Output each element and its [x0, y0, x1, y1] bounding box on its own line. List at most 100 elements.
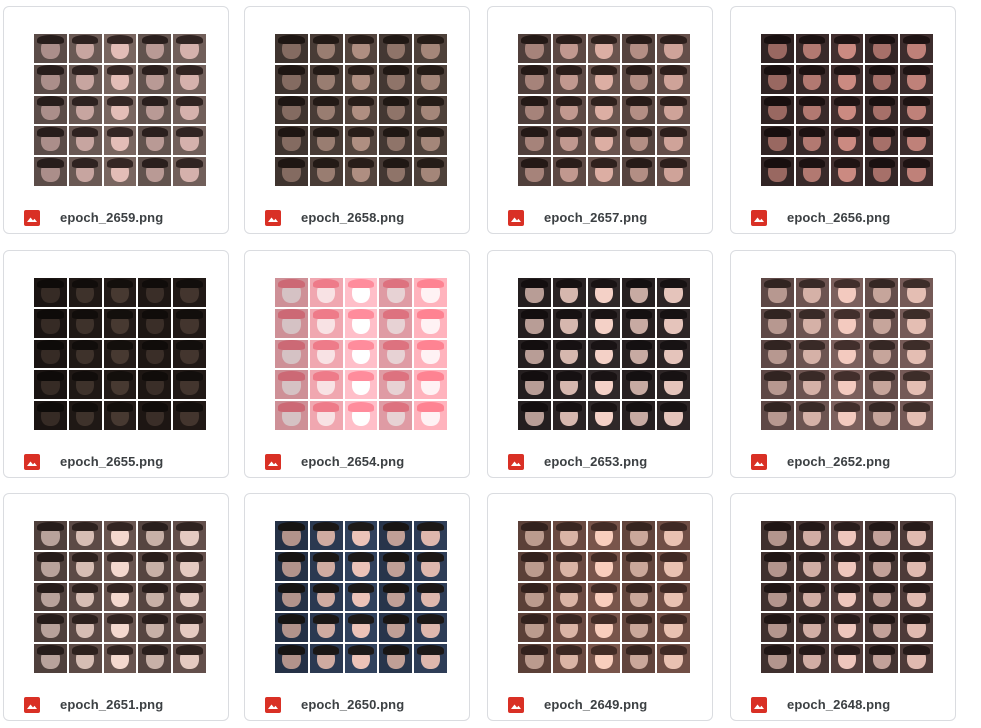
- thumbnail-face-tile: [34, 278, 67, 307]
- thumbnail-face-tile: [414, 308, 447, 338]
- file-grid: epoch_2659.png epoch_2658.png epoch_2657.p…: [0, 0, 981, 728]
- thumbnail-face-tile: [138, 308, 172, 338]
- file-card[interactable]: epoch_2653.png: [487, 250, 713, 478]
- file-card[interactable]: epoch_2656.png: [730, 6, 956, 234]
- thumbnail-face-tile: [103, 95, 137, 125]
- thumbnail-face-tile: [173, 582, 206, 612]
- thumbnail-face-tile: [34, 613, 67, 643]
- file-thumbnail: [518, 34, 690, 186]
- thumbnail-face-tile: [309, 644, 343, 673]
- thumbnail-face-tile: [657, 308, 690, 338]
- thumbnail-face-tile: [587, 34, 621, 63]
- thumbnail-face-tile: [552, 521, 586, 550]
- thumbnail-face-tile: [173, 370, 206, 400]
- thumbnail-face-tile: [68, 370, 102, 400]
- file-card[interactable]: epoch_2648.png: [730, 493, 956, 721]
- thumbnail-face-tile: [795, 339, 829, 369]
- file-card[interactable]: epoch_2658.png: [244, 6, 470, 234]
- thumbnail-face-tile: [518, 644, 551, 673]
- thumbnail-face-tile: [552, 308, 586, 338]
- file-card[interactable]: epoch_2657.png: [487, 6, 713, 234]
- image-file-icon: [265, 454, 281, 470]
- file-card[interactable]: epoch_2651.png: [3, 493, 229, 721]
- thumbnail-face-tile: [830, 401, 864, 430]
- thumbnail-face-tile: [865, 126, 899, 156]
- thumbnail-face-tile: [138, 95, 172, 125]
- thumbnail-face-tile: [552, 126, 586, 156]
- file-card[interactable]: epoch_2652.png: [730, 250, 956, 478]
- thumbnail-face-tile: [103, 401, 137, 430]
- thumbnail-face-tile: [518, 370, 551, 400]
- thumbnail-face-tile: [622, 64, 656, 94]
- file-card[interactable]: epoch_2659.png: [3, 6, 229, 234]
- thumbnail-face-tile: [173, 401, 206, 430]
- file-card[interactable]: epoch_2649.png: [487, 493, 713, 721]
- file-name: epoch_2650.png: [301, 697, 405, 712]
- thumbnail-face-tile: [138, 157, 172, 186]
- thumbnail-face-tile: [795, 34, 829, 63]
- thumbnail-face-tile: [173, 613, 206, 643]
- thumbnail-face-tile: [795, 613, 829, 643]
- thumbnail-face-tile: [68, 582, 102, 612]
- image-file-icon: [508, 210, 524, 226]
- thumbnail-face-tile: [275, 64, 308, 94]
- thumbnail-face-tile: [34, 521, 67, 550]
- thumbnail-face-tile: [138, 339, 172, 369]
- file-name: epoch_2657.png: [544, 210, 648, 225]
- thumbnail-face-tile: [68, 126, 102, 156]
- thumbnail-face-tile: [103, 644, 137, 673]
- thumbnail-face-tile: [275, 126, 308, 156]
- thumbnail-face-tile: [309, 551, 343, 581]
- file-thumbnail: [761, 34, 933, 186]
- thumbnail-face-tile: [900, 401, 933, 430]
- thumbnail-face-tile: [900, 64, 933, 94]
- thumbnail-face-tile: [173, 551, 206, 581]
- thumbnail-face-tile: [865, 401, 899, 430]
- thumbnail-face-tile: [865, 644, 899, 673]
- thumbnail-face-tile: [552, 613, 586, 643]
- thumbnail-face-tile: [414, 582, 447, 612]
- thumbnail-face-tile: [900, 157, 933, 186]
- file-thumbnail-area: [488, 494, 712, 676]
- thumbnail-face-tile: [865, 64, 899, 94]
- thumbnail-face-tile: [518, 157, 551, 186]
- thumbnail-face-tile: [309, 95, 343, 125]
- thumbnail-face-tile: [761, 64, 794, 94]
- thumbnail-face-tile: [657, 278, 690, 307]
- thumbnail-face-tile: [865, 582, 899, 612]
- thumbnail-face-tile: [830, 64, 864, 94]
- file-name: epoch_2655.png: [60, 454, 164, 469]
- thumbnail-face-tile: [103, 339, 137, 369]
- file-card[interactable]: epoch_2650.png: [244, 493, 470, 721]
- thumbnail-face-tile: [830, 521, 864, 550]
- file-card[interactable]: epoch_2654.png: [244, 250, 470, 478]
- file-card[interactable]: epoch_2655.png: [3, 250, 229, 478]
- thumbnail-face-tile: [414, 34, 447, 63]
- thumbnail-face-tile: [275, 95, 308, 125]
- thumbnail-face-tile: [379, 644, 413, 673]
- thumbnail-face-tile: [34, 64, 67, 94]
- thumbnail-face-tile: [830, 582, 864, 612]
- thumbnail-face-tile: [795, 370, 829, 400]
- file-name: epoch_2658.png: [301, 210, 405, 225]
- thumbnail-face-tile: [587, 339, 621, 369]
- thumbnail-face-tile: [379, 613, 413, 643]
- thumbnail-face-tile: [414, 521, 447, 550]
- thumbnail-face-tile: [414, 64, 447, 94]
- thumbnail-face-tile: [657, 95, 690, 125]
- thumbnail-face-tile: [309, 401, 343, 430]
- thumbnail-face-tile: [173, 157, 206, 186]
- thumbnail-face-tile: [344, 95, 378, 125]
- thumbnail-face-tile: [795, 308, 829, 338]
- thumbnail-face-tile: [414, 551, 447, 581]
- thumbnail-face-tile: [344, 64, 378, 94]
- file-name: epoch_2649.png: [544, 697, 648, 712]
- thumbnail-face-tile: [622, 157, 656, 186]
- thumbnail-face-tile: [138, 126, 172, 156]
- file-thumbnail-area: [245, 494, 469, 676]
- thumbnail-face-tile: [761, 613, 794, 643]
- thumbnail-face-tile: [103, 613, 137, 643]
- image-file-icon: [265, 697, 281, 713]
- thumbnail-face-tile: [657, 521, 690, 550]
- thumbnail-face-tile: [68, 157, 102, 186]
